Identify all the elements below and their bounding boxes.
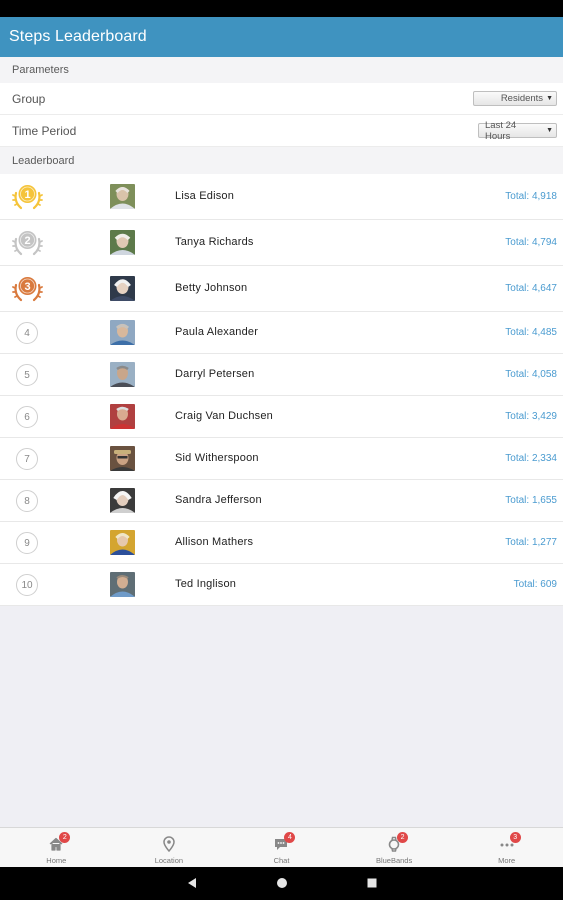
tab-label: BlueBands: [375, 856, 413, 865]
leaderboard-row[interactable]: 2 Tanya Richards Total: 4,794: [0, 220, 563, 266]
location-pin-icon: [163, 836, 175, 852]
avatar: [110, 404, 135, 429]
rank-badge: 8: [16, 490, 38, 512]
avatar: [110, 572, 135, 597]
resident-name: Darryl Petersen: [175, 368, 255, 380]
app-header: Steps Leaderboard: [0, 17, 563, 57]
leaderboard-row[interactable]: 5 Darryl Petersen Total: 4,058: [0, 354, 563, 396]
group-label: Group: [12, 91, 46, 106]
step-total: Total: 4,058: [505, 369, 557, 380]
rank-badge: 4: [16, 322, 38, 344]
notification-badge: 3: [509, 832, 521, 843]
notification-badge: 4: [284, 832, 296, 843]
group-select-value: Residents: [500, 93, 544, 104]
home-circle-icon[interactable]: [276, 877, 288, 889]
leaderboard-row[interactable]: 9 Allison Mathers Total: 1,277: [0, 522, 563, 564]
avatar: [110, 446, 135, 471]
step-total: Total: 609: [513, 579, 557, 590]
leaderboard-row[interactable]: 1 Lisa Edison Total: 4,918: [0, 174, 563, 220]
leaderboard-row[interactable]: 8 Sandra Jefferson Total: 1,655: [0, 480, 563, 522]
avatar: [110, 488, 135, 513]
rank-badge: 7: [16, 448, 38, 470]
leaderboard-row[interactable]: 10 Ted Inglison Total: 609: [0, 564, 563, 606]
rank-number: 2: [24, 235, 30, 247]
step-total: Total: 4,918: [505, 191, 557, 202]
resident-name: Craig Van Duchsen: [175, 410, 273, 422]
notification-badge: 2: [59, 832, 71, 843]
tab-more[interactable]: 3 More: [450, 828, 563, 867]
resident-name: Sandra Jefferson: [175, 494, 262, 506]
step-total: Total: 4,794: [505, 237, 557, 248]
group-select[interactable]: Residents ▼: [473, 91, 557, 106]
recents-icon[interactable]: [366, 877, 378, 889]
section-header-parameters: Parameters: [0, 57, 563, 83]
time-period-select-value: Last 24 Hours: [485, 119, 517, 142]
tab-chat[interactable]: 4 Chat: [225, 828, 338, 867]
avatar: [110, 184, 135, 209]
rank-badge: 5: [16, 364, 38, 386]
param-row-group: Group Residents ▼: [0, 83, 563, 115]
step-total: Total: 2,334: [505, 453, 557, 464]
silver-medal-icon: 2: [12, 231, 43, 256]
tab-bluebands[interactable]: 2 BlueBands: [338, 828, 451, 867]
tab-home[interactable]: 2 Home: [0, 828, 113, 867]
leaderboard-list: 1 Lisa Edison Total: 4,918 2 Tanya Richa…: [0, 174, 563, 606]
step-total: Total: 4,647: [505, 283, 557, 294]
back-icon[interactable]: [186, 877, 198, 889]
step-total: Total: 3,429: [505, 411, 557, 422]
resident-name: Allison Mathers: [175, 536, 254, 548]
tab-label: Location: [154, 856, 184, 865]
resident-name: Lisa Edison: [175, 190, 235, 202]
avatar: [110, 276, 135, 301]
rank-number: 1: [24, 189, 30, 201]
leaderboard-row[interactable]: 6 Craig Van Duchsen Total: 3,429: [0, 396, 563, 438]
avatar: [110, 530, 135, 555]
rank-badge: 6: [16, 406, 38, 428]
section-header-leaderboard: Leaderboard: [0, 147, 563, 174]
bottom-tab-bar: 2 Home Location 4 Chat 2 BlueBands 3 Mor…: [0, 827, 563, 867]
param-row-time-period: Time Period Last 24 Hours ▼: [0, 115, 563, 147]
resident-name: Tanya Richards: [175, 236, 254, 248]
rank-badge: 10: [16, 574, 38, 596]
resident-name: Sid Witherspoon: [175, 452, 259, 464]
resident-name: Betty Johnson: [175, 282, 248, 294]
resident-name: Ted Inglison: [175, 578, 237, 590]
dropdown-caret-icon: ▼: [546, 95, 553, 102]
tab-label: More: [498, 856, 516, 865]
resident-name: Paula Alexander: [175, 326, 259, 338]
leaderboard-row[interactable]: 7 Sid Witherspoon Total: 2,334: [0, 438, 563, 480]
leaderboard-row[interactable]: 3 Betty Johnson Total: 4,647: [0, 266, 563, 312]
tab-location[interactable]: Location: [113, 828, 226, 867]
status-bar: [0, 0, 563, 17]
dropdown-caret-icon: ▼: [546, 127, 553, 134]
time-period-select[interactable]: Last 24 Hours ▼: [478, 120, 557, 142]
system-navigation-bar: [0, 867, 563, 900]
avatar: [110, 320, 135, 345]
avatar: [110, 230, 135, 255]
rank-badge: 9: [16, 532, 38, 554]
leaderboard-row[interactable]: 4 Paula Alexander Total: 4,485: [0, 312, 563, 354]
time-period-label: Time Period: [12, 123, 77, 138]
tab-label: Home: [46, 856, 67, 865]
page-title: Steps Leaderboard: [9, 28, 147, 45]
bronze-medal-icon: 3: [12, 277, 43, 302]
step-total: Total: 1,277: [505, 537, 557, 548]
step-total: Total: 1,655: [505, 495, 557, 506]
gold-medal-icon: 1: [12, 185, 43, 210]
rank-number: 3: [24, 281, 30, 293]
step-total: Total: 4,485: [505, 327, 557, 338]
notification-badge: 2: [397, 832, 409, 843]
tab-label: Chat: [273, 856, 290, 865]
avatar: [110, 362, 135, 387]
